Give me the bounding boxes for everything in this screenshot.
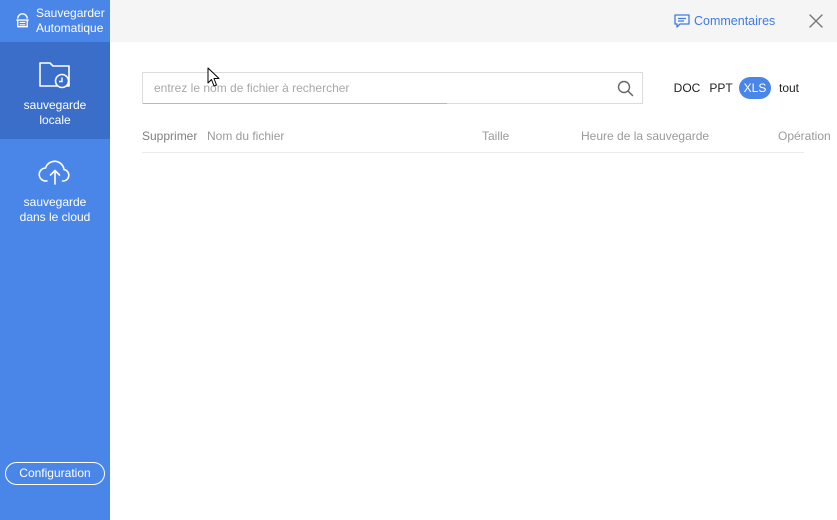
app-title-line2: Automatique [36,21,104,35]
close-icon[interactable] [808,13,824,29]
column-delete[interactable]: Supprimer [142,129,197,143]
app-header: Sauvegarder Automatique [0,0,110,42]
sidebar-item-label: sauvegarde locale [0,98,110,128]
filter-all[interactable]: tout [776,77,802,99]
filter-ppt[interactable]: PPT [706,77,736,99]
column-backup-time: Heure de la sauvegarde [581,129,710,143]
sidebar-cloud-label-line1: sauvegarde [23,195,87,209]
title-bar: Commentaires [110,0,837,42]
cloud-upload-icon [38,160,70,185]
search-icon[interactable] [617,80,634,97]
sidebar-local-label-line1: sauvegarde [23,98,87,112]
app-title-line1: Sauvegarder [36,6,105,20]
sidebar-item-cloud-backup[interactable]: sauvegarde dans le cloud [0,139,110,236]
app-title: Sauvegarder Automatique [36,6,105,36]
sidebar-item-local-backup[interactable]: sauvegarde locale [0,42,110,139]
table-header: Supprimer Nom du fichier Taille Heure de… [142,120,831,153]
filter-xls[interactable]: XLS [739,77,771,99]
comment-icon [674,14,690,28]
configuration-button[interactable]: Configuration [5,462,105,485]
folder-clock-icon [39,62,70,89]
mouse-cursor-icon [207,67,220,87]
sidebar-cloud-label-line2: dans le cloud [19,210,91,224]
feedback-button[interactable]: Commentaires [674,13,775,29]
sidebar-local-label-line2: locale [39,113,71,127]
sidebar: Sauvegarder Automatique sauvegarde local… [0,0,110,520]
sidebar-item-label: sauvegarde dans le cloud [0,195,110,225]
column-file-name: Nom du fichier [207,129,285,143]
feedback-label: Commentaires [694,14,776,28]
column-size: Taille [482,129,510,143]
search-underline [143,103,447,104]
filter-doc[interactable]: DOC [672,77,702,99]
cloud-backup-logo-icon [16,13,29,28]
column-operation: Opération [778,129,831,143]
